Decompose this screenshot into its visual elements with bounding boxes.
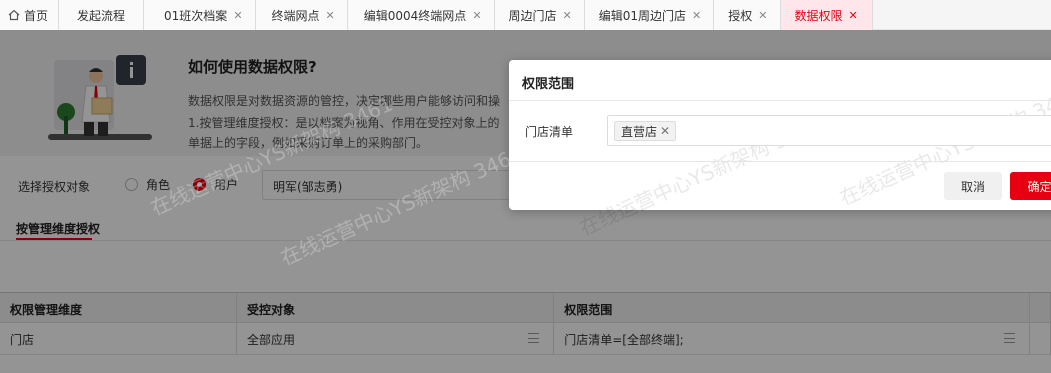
tab-label: 数据权限 [794, 8, 843, 23]
store-list-select[interactable]: 直营店 ✕ [607, 115, 1051, 146]
close-icon[interactable]: ✕ [326, 9, 335, 22]
tab-label: 编辑01周边门店 [598, 8, 687, 23]
tab-label: 授权 [728, 8, 753, 23]
tab-data-permission[interactable]: 数据权限 ✕ [780, 0, 873, 30]
tab-edit-terminal-outlet[interactable]: 编辑0004终端网点 ✕ [347, 0, 495, 30]
confirm-button[interactable]: 确定 [1010, 172, 1051, 200]
tab-label: 发起流程 [77, 8, 126, 23]
tab-home[interactable]: 首页 [0, 0, 60, 30]
close-icon[interactable]: ✕ [563, 9, 572, 22]
close-icon[interactable]: ✕ [849, 9, 858, 22]
tab-label: 编辑0004终端网点 [363, 8, 467, 23]
tab-nearby-stores[interactable]: 周边门店 ✕ [494, 0, 585, 30]
close-icon[interactable]: ✕ [758, 9, 767, 22]
tab-label: 01班次档案 [164, 8, 228, 23]
divider [509, 161, 1051, 162]
watermark: 在线运营中心YS新架构 3461 [147, 91, 397, 221]
tab-start-process[interactable]: 发起流程 [59, 0, 145, 30]
close-icon[interactable]: ✕ [692, 9, 701, 22]
close-icon[interactable]: ✕ [233, 9, 242, 22]
home-icon [8, 9, 20, 21]
tab-authorize[interactable]: 授权 ✕ [714, 0, 781, 30]
tab-bar: 首页 发起流程 01班次档案 ✕ 终端网点 ✕ 编辑0004终端网点 ✕ 周边门店 ✕ … [0, 0, 1051, 30]
dialog-title: 权限范围 [522, 77, 575, 92]
close-icon[interactable]: ✕ [472, 9, 481, 22]
tab-shift-archive[interactable]: 01班次档案 ✕ [144, 0, 256, 30]
tab-label: 终端网点 [271, 8, 320, 23]
cancel-button[interactable]: 取消 [944, 172, 1002, 200]
divider [509, 100, 1051, 101]
tab-label: 周边门店 [508, 8, 557, 23]
tab-edit-nearby-store[interactable]: 编辑01周边门店 ✕ [584, 0, 715, 30]
watermark: 在线运营中心YS新架构 3461 [277, 141, 527, 271]
tab-terminal-outlets[interactable]: 终端网点 ✕ [255, 0, 348, 30]
permission-scope-dialog: 在线运营中心YS新架构 3461 在线运营中心YS新架构 3461 权限范围 门… [509, 60, 1051, 240]
close-icon[interactable]: ✕ [660, 124, 670, 138]
tag-label: 直营店 [621, 124, 658, 139]
tab-label: 首页 [24, 8, 49, 23]
selected-tag: 直营店 ✕ [614, 121, 677, 141]
field-label: 门店清单 [525, 125, 574, 139]
